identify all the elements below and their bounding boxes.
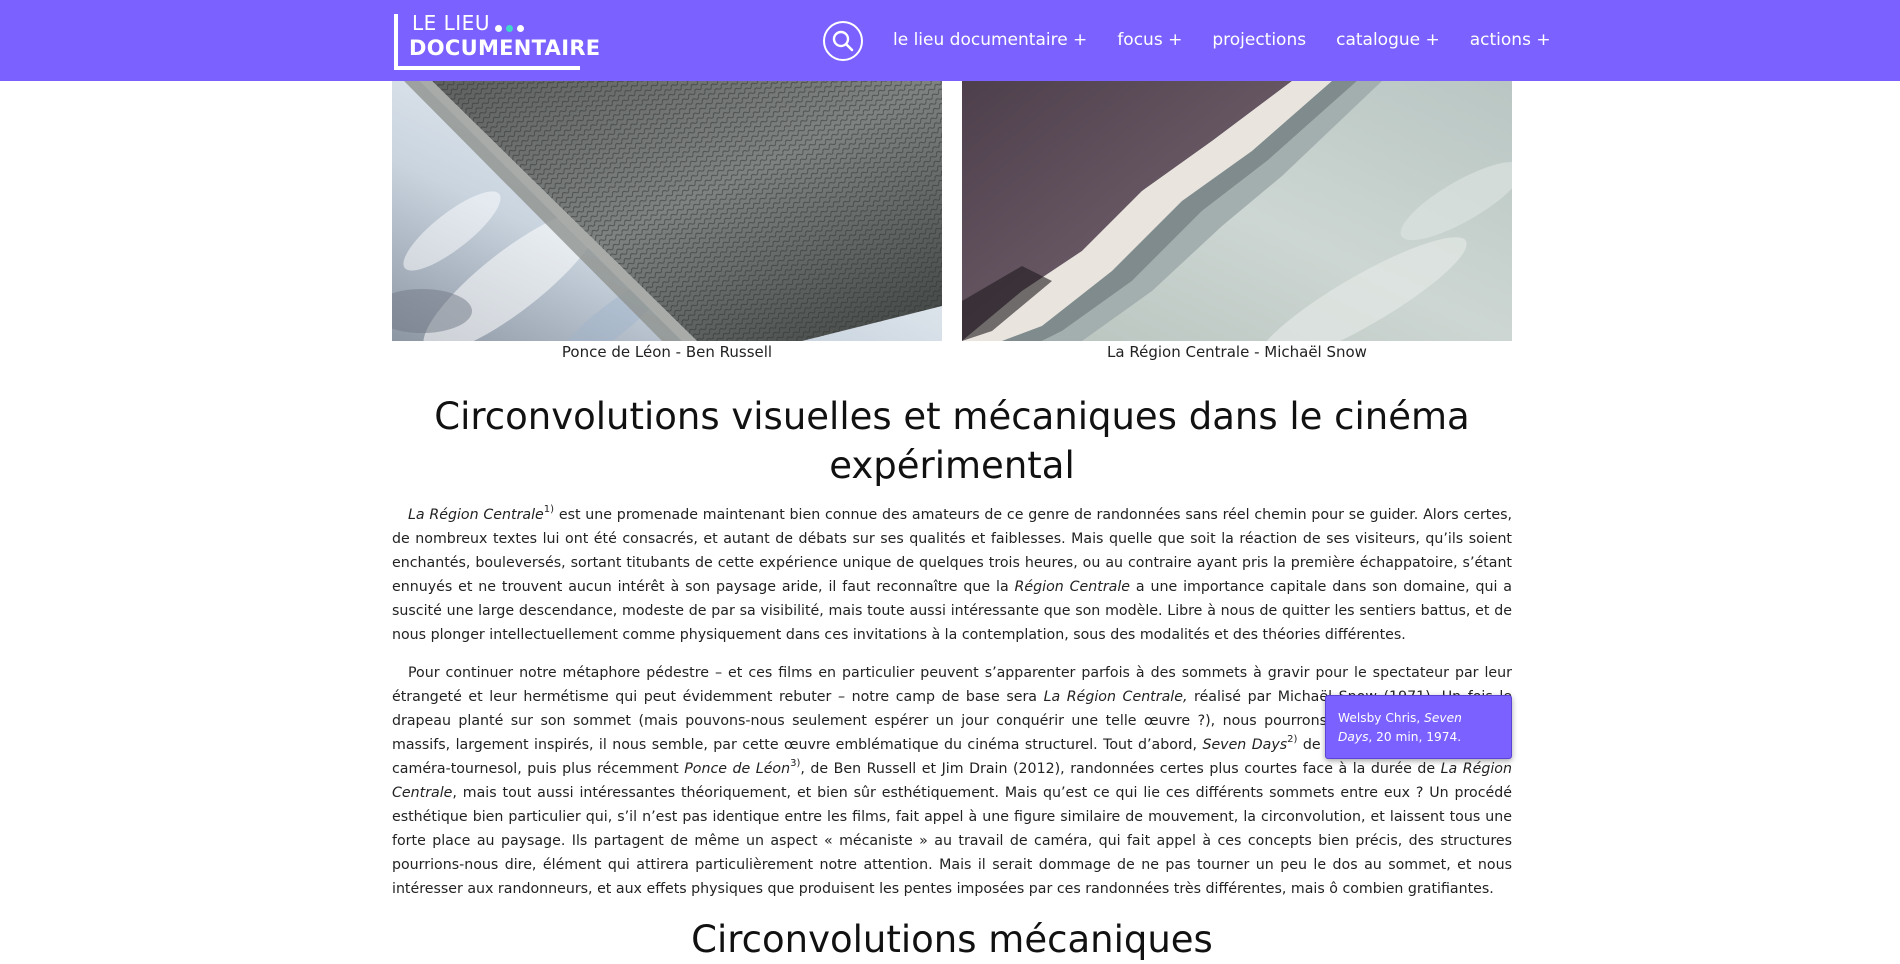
nav-item-focus[interactable]: focus + [1117, 30, 1182, 50]
film-title-italic: Seven Days [1202, 737, 1288, 753]
paragraph-text: , mais tout aussi intéressantes théoriqu… [392, 785, 1512, 897]
section-heading: Circonvolutions mécaniques [691, 918, 1213, 961]
nav-item-lieu-documentaire[interactable]: le lieu documentaire + [893, 30, 1087, 50]
film-title-italic: La Région Centrale [408, 507, 544, 523]
tooltip-text: Welsby Chris, [1338, 711, 1425, 725]
search-button[interactable] [823, 21, 863, 61]
logo-line2: DOCUMENTAIRE [409, 36, 601, 60]
film-still-la-region-centrale [962, 81, 1512, 341]
footnote-ref-3[interactable]: 3) [790, 758, 800, 769]
footnote-tooltip: Welsby Chris, Seven Days, 20 min, 1974. [1325, 695, 1512, 759]
site-header: LE LIEU DOCUMENTAIRE le lieu documentair… [0, 0, 1900, 81]
nav-item-actions[interactable]: actions + [1470, 30, 1551, 50]
film-title-italic: Ponce de Léon [684, 761, 791, 777]
image-caption-1: Ponce de Léon - Ben Russell [561, 343, 773, 361]
main-nav: le lieu documentaire + focus + projectio… [893, 30, 1581, 50]
search-icon [832, 30, 854, 52]
article-title: Circonvolutions visuelles et mécaniques … [434, 395, 1470, 487]
logo-line1: LE LIEU [412, 11, 490, 35]
logo-dots [495, 17, 528, 36]
footnote-ref-2[interactable]: 2) [1287, 734, 1297, 745]
nav-item-catalogue[interactable]: catalogue + [1336, 30, 1440, 50]
article-paragraph-1: La Région Centrale1) est une promenade m… [392, 503, 1512, 647]
film-still-ponce-de-leon [392, 81, 942, 341]
nav-item-projections[interactable]: projections [1212, 30, 1306, 50]
tooltip-text: , 20 min, 1974. [1368, 730, 1462, 744]
film-title-italic: La Région Centrale, [1043, 689, 1188, 705]
image-caption-2: La Région Centrale - Michaël Snow [1107, 343, 1367, 361]
site-logo[interactable]: LE LIEU DOCUMENTAIRE [394, 11, 600, 70]
footnote-ref-1[interactable]: 1) [544, 504, 554, 515]
paragraph-text: , de Ben Russell et Jim Drain (2012), ra… [800, 761, 1441, 777]
film-title-italic: Région Centrale [1014, 579, 1131, 595]
